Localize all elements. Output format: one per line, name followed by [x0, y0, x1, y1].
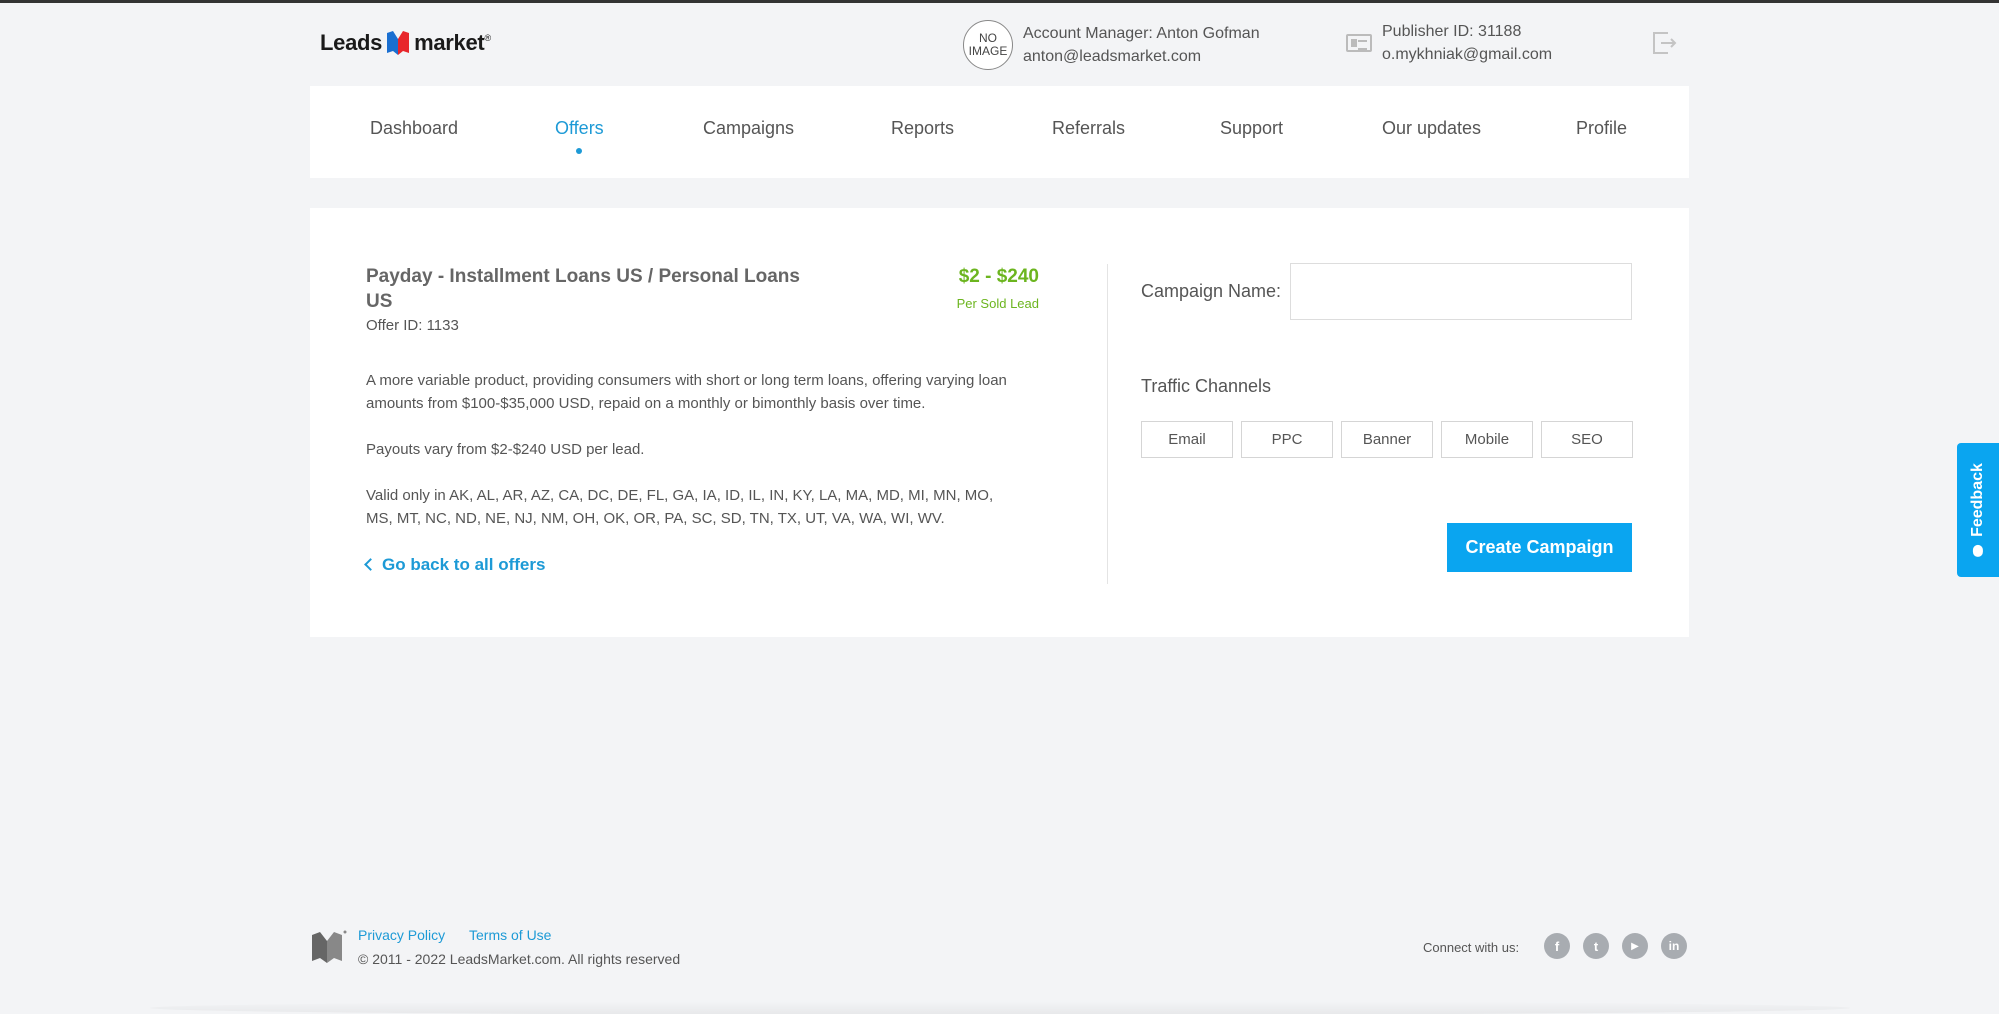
channel-ppc-button[interactable]: PPC: [1241, 421, 1333, 458]
channel-banner-button[interactable]: Banner: [1341, 421, 1433, 458]
logo-mark-icon: [387, 31, 410, 55]
create-campaign-button[interactable]: Create Campaign: [1447, 523, 1632, 572]
footer-shadow: [150, 1001, 1850, 1014]
header: Leads market ® NO IMAGE Account Manager:…: [310, 3, 1689, 83]
offer-price: $2 - $240: [958, 266, 1039, 287]
channel-email-button[interactable]: Email: [1141, 421, 1233, 458]
logo-text-right: market: [414, 30, 485, 55]
account-manager: NO IMAGE Account Manager: Anton Gofman a…: [963, 20, 1260, 70]
column-divider: [1107, 264, 1108, 584]
traffic-channels-label: Traffic Channels: [1141, 376, 1272, 396]
nav-referrals[interactable]: Referrals: [1052, 118, 1125, 139]
feedback-tab[interactable]: Feedback: [1957, 443, 1999, 577]
publisher-id: Publisher ID: 31188: [1382, 23, 1522, 40]
publisher-email: o.mykhniak@gmail.com: [1382, 46, 1553, 63]
feedback-label: Feedback: [1969, 463, 1986, 537]
brand-logo[interactable]: Leads market ®: [320, 29, 491, 57]
back-to-offers-link[interactable]: Go back to all offers: [364, 555, 546, 575]
nav-dashboard[interactable]: Dashboard: [370, 118, 458, 139]
logout-icon[interactable]: [1651, 29, 1677, 57]
campaign-name-input[interactable]: [1290, 263, 1632, 320]
nav-campaigns[interactable]: Campaigns: [703, 118, 794, 139]
nav-profile[interactable]: Profile: [1576, 118, 1627, 139]
id-card-icon: [1346, 34, 1372, 52]
nav-reports[interactable]: Reports: [891, 118, 954, 139]
youtube-icon[interactable]: ▶: [1622, 933, 1648, 959]
channel-mobile-button[interactable]: Mobile: [1441, 421, 1533, 458]
logo-text-left: Leads: [320, 30, 383, 55]
offer-price-label: Per Sold Lead: [956, 296, 1039, 311]
offer-title: Payday - Installment Loans US / Personal…: [366, 266, 800, 312]
footer: Privacy Policy Terms of Use © 2011 - 202…: [310, 923, 1689, 983]
facebook-icon[interactable]: f: [1544, 933, 1570, 959]
account-manager-email: anton@leadsmarket.com: [1023, 48, 1202, 65]
copyright: © 2011 - 2022 LeadsMarket.com. All right…: [358, 951, 681, 967]
logo-registered: ®: [484, 33, 491, 43]
avatar: NO IMAGE: [963, 20, 1013, 70]
nav-offers[interactable]: Offers: [555, 118, 604, 154]
offer-payouts: Payouts vary from $2-$240 USD per lead.: [366, 441, 645, 458]
publisher-info: Publisher ID: 31188 o.mykhniak@gmail.com: [1346, 20, 1552, 66]
nav-support[interactable]: Support: [1220, 118, 1283, 139]
offer-card: Payday - Installment Loans US / Personal…: [310, 208, 1689, 637]
connect-label: Connect with us:: [1423, 940, 1520, 955]
nav-our-updates[interactable]: Our updates: [1382, 118, 1481, 139]
offer-description: A more variable product, providing consu…: [366, 372, 1007, 412]
campaign-name-label: Campaign Name:: [1141, 281, 1282, 301]
back-link-label: Go back to all offers: [382, 555, 546, 574]
speech-bubble-icon: [1973, 544, 1983, 557]
terms-of-use-link[interactable]: Terms of Use: [469, 927, 551, 943]
footer-logo-icon: [312, 930, 347, 963]
linkedin-icon[interactable]: in: [1661, 933, 1687, 959]
privacy-policy-link[interactable]: Privacy Policy: [358, 927, 445, 943]
offer-id: Offer ID: 1133: [366, 317, 459, 334]
twitter-icon[interactable]: t: [1583, 933, 1609, 959]
chevron-left-icon: [364, 558, 377, 571]
offer-valid-states: Valid only in AK, AL, AR, AZ, CA, DC, DE…: [366, 487, 994, 527]
account-manager-name: Account Manager: Anton Gofman: [1023, 25, 1260, 42]
channel-seo-button[interactable]: SEO: [1541, 421, 1633, 458]
main-nav: Dashboard Offers Campaigns Reports Refer…: [310, 86, 1689, 178]
